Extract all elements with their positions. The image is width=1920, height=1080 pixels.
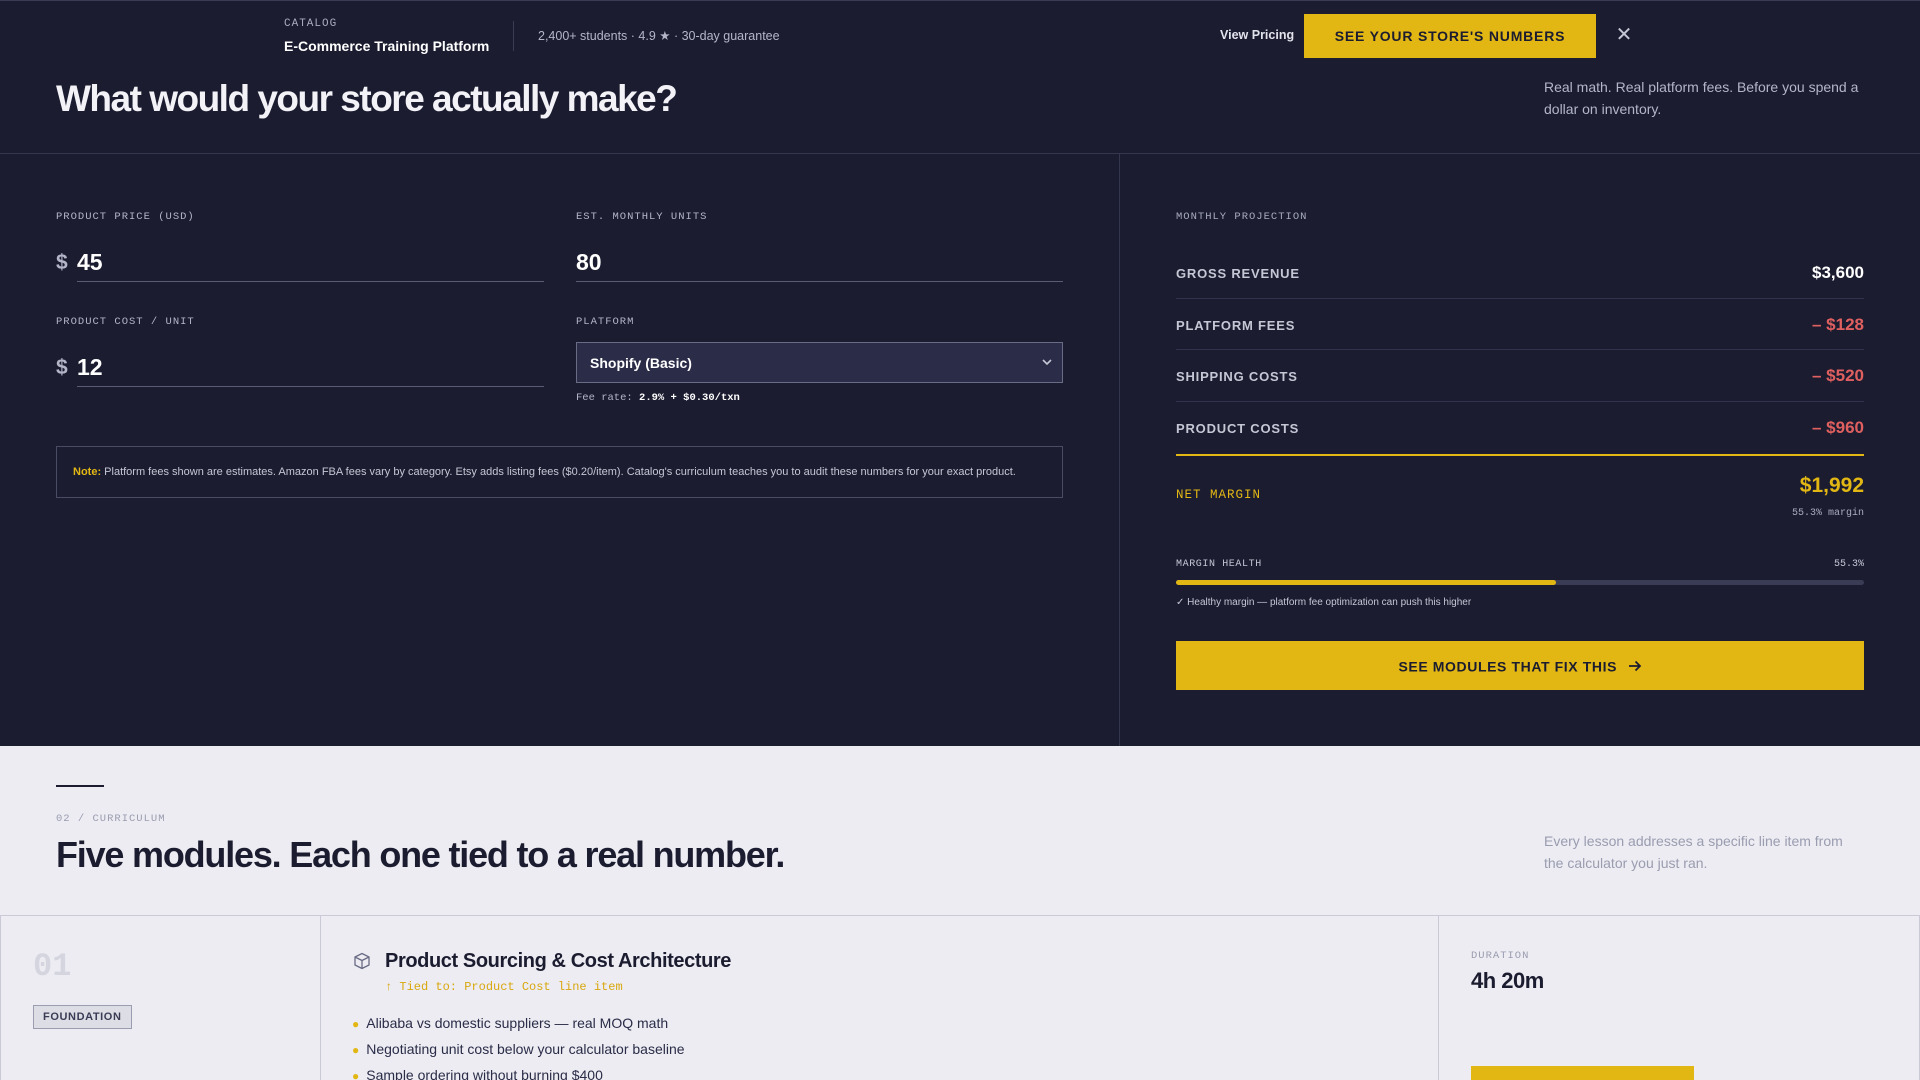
margin-health-percent: 55.3% <box>1833 559 1864 570</box>
fee-note: Note: Platform fees shown are estimates.… <box>56 446 1063 498</box>
column-divider <box>1119 153 1120 746</box>
units-label: EST. MONTHLY UNITS <box>576 211 708 223</box>
module-number: 01 <box>33 948 72 985</box>
margin-health-note: ✓ Healthy margin — platform fee optimiza… <box>1176 597 1472 608</box>
module-card: 01 FOUNDATION Product Sourcing & Cost Ar… <box>0 916 1920 1080</box>
net-margin-label: NET MARGIN <box>1176 488 1262 502</box>
social-proof-stats: 2,400+ students · 4.9 ★ · 30-day guarant… <box>538 29 780 43</box>
brand[interactable]: CATALOG E-Commerce Training Platform <box>284 18 489 54</box>
list-item-text: Sample ordering without burning $400 <box>366 1067 603 1080</box>
platform-select[interactable]: Shopify (Basic) <box>576 342 1063 383</box>
projection-row-value: – $960 <box>1812 418 1864 437</box>
units-input[interactable] <box>576 244 1063 282</box>
projection-row: PRODUCT COSTS – $960 <box>1176 418 1864 472</box>
hero-subtitle: Real math. Real platform fees. Before yo… <box>1544 79 1859 117</box>
projection-row: GROSS REVENUE $3,600 <box>1176 263 1864 317</box>
cube-icon <box>354 952 370 970</box>
list-item: ● Negotiating unit cost below your calcul… <box>352 1040 685 1066</box>
duration-value: 4h 20m <box>1471 968 1544 993</box>
section-subtitle: Every lesson addresses a specific line i… <box>1544 833 1843 871</box>
brand-divider <box>513 21 514 51</box>
projection-label: MONTHLY PROJECTION <box>1176 211 1308 223</box>
price-label: PRODUCT PRICE (USD) <box>56 211 195 223</box>
row-divider <box>1176 401 1864 402</box>
net-margin-percent: 55.3% margin <box>1791 508 1864 519</box>
row-divider <box>1176 349 1864 350</box>
module-level-badge: FOUNDATION <box>33 1005 132 1029</box>
see-store-numbers-button[interactable]: SEE YOUR STORE'S NUMBERS <box>1304 14 1596 58</box>
close-icon[interactable]: ✕ <box>1612 23 1636 47</box>
projection-row-value: – $128 <box>1812 315 1864 334</box>
platform-select-value: Shopify (Basic) <box>590 355 692 371</box>
arrow-right-icon <box>1628 661 1641 672</box>
list-item: ● Alibaba vs domestic suppliers — real MO… <box>352 1014 685 1040</box>
module-title[interactable]: Product Sourcing & Cost Architecture <box>385 950 731 973</box>
fee-rate-value: 2.9% + $0.30/txn <box>639 392 740 404</box>
row-divider <box>1176 298 1864 299</box>
fee-rate: Fee rate: 2.9% + $0.30/txn <box>576 392 740 404</box>
duration-label: DURATION <box>1471 950 1530 962</box>
projection-row-label: GROSS REVENUE <box>1176 266 1300 281</box>
bullet-icon: ● <box>352 1069 360 1080</box>
chevron-down-icon <box>1042 359 1052 366</box>
list-item: ● Sample ordering without burning $400 <box>352 1066 685 1080</box>
section-title: Five modules. Each one tied to a real nu… <box>56 834 785 875</box>
top-bar: CATALOG E-Commerce Training Platform 2,4… <box>0 0 1920 70</box>
see-modules-button[interactable]: SEE MODULES THAT FIX THIS <box>1176 641 1864 690</box>
list-item-text: Alibaba vs domestic suppliers — real MOQ… <box>366 1015 669 1031</box>
cost-label: PRODUCT COST / UNIT <box>56 316 195 328</box>
projection-row-label: SHIPPING COSTS <box>1176 369 1298 384</box>
view-pricing-link[interactable]: View Pricing <box>1220 28 1294 42</box>
cost-currency-symbol: $ <box>56 356 68 379</box>
module-lesson-list: ● Alibaba vs domestic suppliers — real MO… <box>352 1014 685 1080</box>
page-title: What would your store actually make? <box>56 78 678 119</box>
projection-row-value: – $520 <box>1812 366 1864 385</box>
curriculum-section: 02 / CURRICULUM Five modules. Each one t… <box>0 746 1920 1080</box>
module-card-divider <box>320 916 321 1080</box>
divider <box>0 153 1920 154</box>
projection-row: SHIPPING COSTS – $520 <box>1176 366 1864 420</box>
cost-input[interactable] <box>77 349 544 387</box>
price-currency-symbol: $ <box>56 251 68 274</box>
margin-health-bar <box>1176 580 1864 585</box>
brand-label: CATALOG <box>284 18 338 30</box>
note-label: Note: <box>73 466 102 478</box>
projection-row-value: $3,600 <box>1812 263 1864 282</box>
module-card-edge <box>0 916 1 1080</box>
section-number: 02 / CURRICULUM <box>56 813 166 825</box>
list-item-text: Negotiating unit cost below your calcula… <box>366 1041 685 1057</box>
bullet-icon: ● <box>352 1017 360 1031</box>
projection-row: PLATFORM FEES – $128 <box>1176 315 1864 369</box>
bullet-icon: ● <box>352 1043 360 1057</box>
fee-rate-label: Fee rate: <box>576 392 633 404</box>
margin-health-bar-fill <box>1176 580 1557 585</box>
projection-row-label: PLATFORM FEES <box>1176 318 1296 333</box>
brand-name: E-Commerce Training Platform <box>284 38 490 54</box>
price-input[interactable] <box>77 244 544 282</box>
net-margin-divider <box>1176 454 1864 456</box>
note-body: Platform fees shown are estimates. Amazo… <box>104 466 1016 478</box>
margin-health-label: MARGIN HEALTH <box>1176 559 1262 570</box>
module-action-button[interactable] <box>1471 1066 1694 1080</box>
module-card-divider <box>1438 916 1439 1080</box>
see-modules-label: SEE MODULES THAT FIX THIS <box>1398 658 1618 675</box>
platform-label: PLATFORM <box>576 316 635 328</box>
module-tied-to: ↑ Tied to: Product Cost line item <box>385 980 623 994</box>
net-margin-value: $1,992 <box>1799 474 1864 497</box>
fee-note-text: Note: Platform fees shown are estimates.… <box>73 466 1016 478</box>
section-accent-line <box>56 785 104 787</box>
projection-row-label: PRODUCT COSTS <box>1176 421 1300 436</box>
